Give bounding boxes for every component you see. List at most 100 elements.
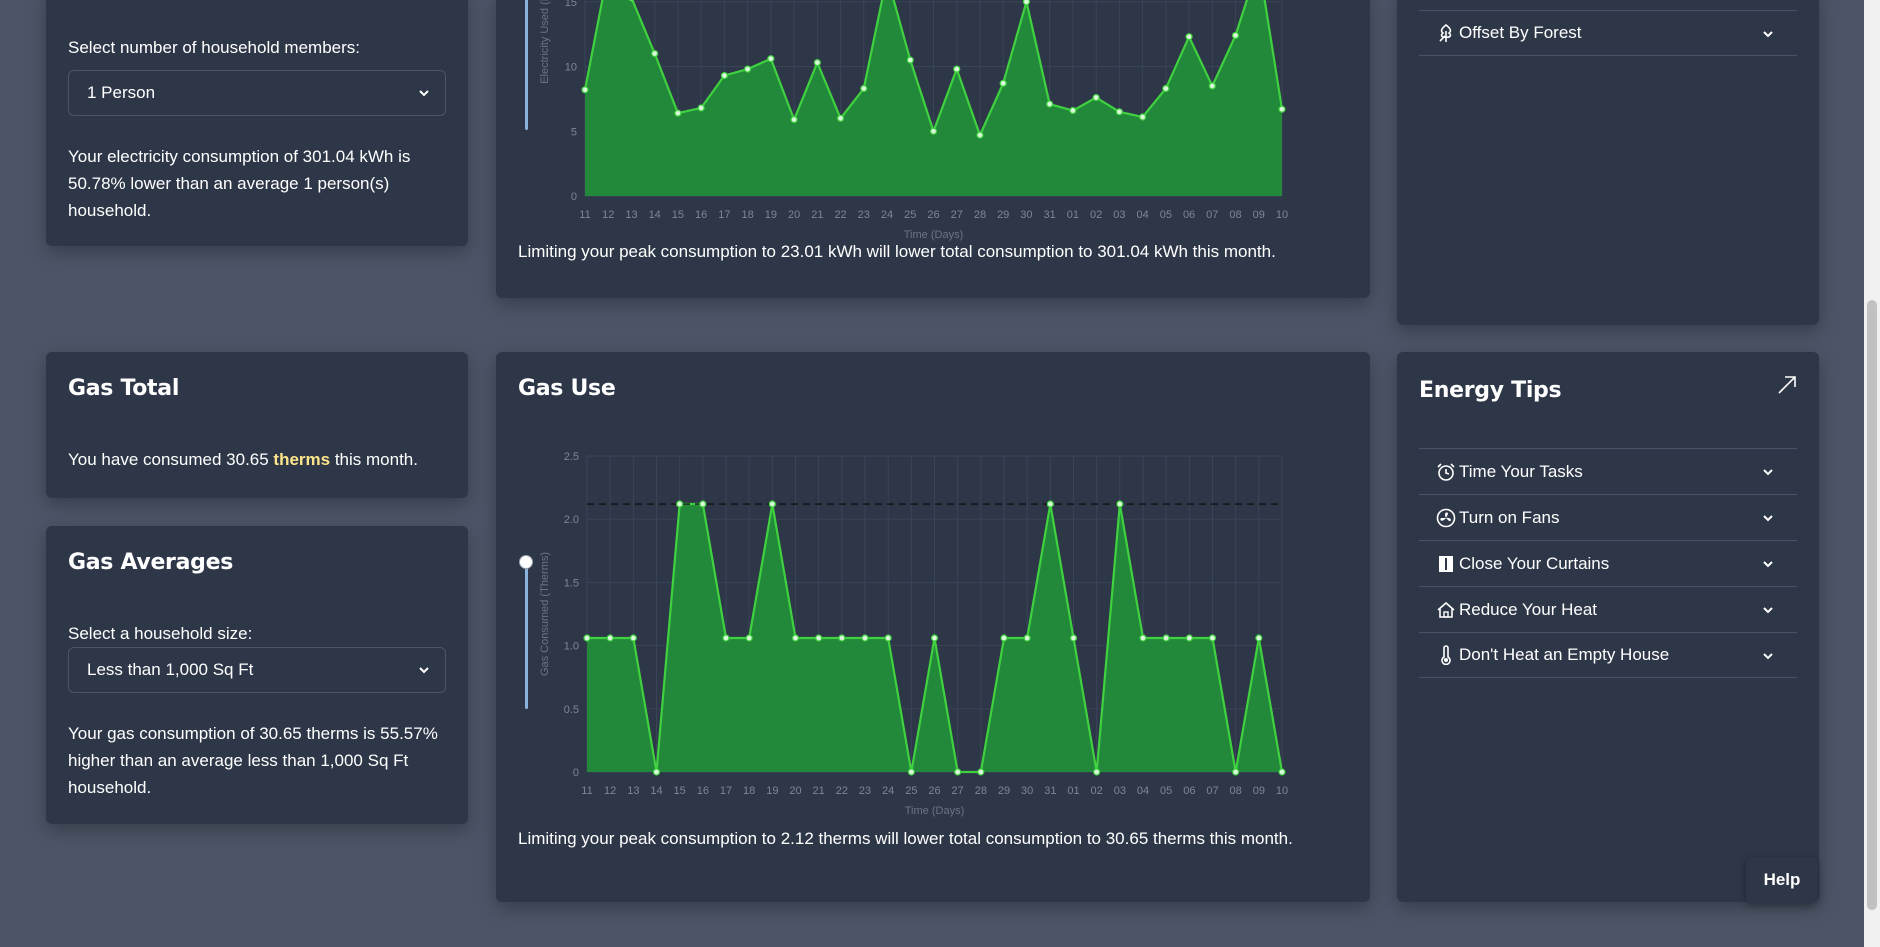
chevron-down-icon <box>1761 495 1775 541</box>
gas-total-unit-highlight: therms <box>273 450 331 469</box>
scrollbar-thumb[interactable] <box>1867 300 1877 910</box>
x-tick-label: 10 <box>1276 209 1288 221</box>
data-point <box>790 115 798 124</box>
x-tick-label: 09 <box>1253 785 1265 797</box>
x-tick-label: 31 <box>1044 785 1056 797</box>
accordion-turn-on-fans[interactable]: Turn on Fans <box>1419 494 1797 540</box>
gas-total-text-after: this month. <box>330 450 418 469</box>
data-point <box>953 65 961 73</box>
household-members-value: 1 Person <box>87 83 156 102</box>
gas-chart: 0 0.5 1.0 1.5 2.0 2.5 11 12 13 14 15 16 17 18 19 20 21 22… <box>539 451 1288 817</box>
x-tick-label: 15 <box>672 209 684 221</box>
data-point <box>1115 108 1123 116</box>
data-point <box>581 86 589 94</box>
offset-card: Offset By Forest <box>1397 0 1819 325</box>
data-point <box>767 55 775 63</box>
x-tick-label: 13 <box>625 209 637 221</box>
electricity-use-card: 0 5 10 15 11 12 13 14 15 16 17 18 19 20 21 22 23 24 25 26 27… <box>496 0 1370 298</box>
accordion-label: Don't Heat an Empty House <box>1459 645 1670 664</box>
x-tick-label: 20 <box>789 785 801 797</box>
data-point <box>628 0 635 2</box>
gas-averages-title: Gas Averages <box>68 550 234 575</box>
gas-total-title: Gas Total <box>68 376 180 401</box>
data-point <box>1208 634 1217 642</box>
data-point <box>906 56 914 64</box>
x-tick-label: 16 <box>695 209 707 221</box>
x-axis-title: Time (Days) <box>905 805 964 817</box>
x-tick-label: 01 <box>1067 785 1079 797</box>
data-point <box>629 634 637 642</box>
x-tick-label: 23 <box>858 209 870 221</box>
data-point <box>954 768 962 776</box>
data-point <box>813 59 821 67</box>
x-tick-label: 21 <box>811 209 823 221</box>
accordion-offset-by-forest[interactable]: Offset By Forest <box>1419 10 1797 56</box>
household-size-select[interactable]: Less than 1,000 Sq Ft <box>68 647 446 693</box>
alarm-clock-icon <box>1435 461 1457 483</box>
chart-plot: 05101511 12 13 14 15 16 17 18 19 20 21 22 23 24 25 26 27… <box>539 0 1288 241</box>
data-point <box>1278 105 1286 113</box>
curtains-icon <box>1435 553 1457 575</box>
x-tick-label: 29 <box>997 209 1009 221</box>
x-tick-label: 20 <box>788 209 800 221</box>
x-tick-label: 30 <box>1020 209 1032 221</box>
x-tick-label: 24 <box>881 209 893 221</box>
accordion-time-your-tasks[interactable]: Time Your Tasks <box>1419 448 1797 494</box>
y-tick-label: 1.5 <box>564 577 579 589</box>
data-point <box>930 634 939 642</box>
chart-plot: 0 0.5 1.0 1.5 2.0 2.5 11 12 13 14 15 16 17 18 19 20 21 22… <box>539 451 1288 817</box>
x-tick-label: 03 <box>1113 209 1125 221</box>
x-tick-label: 17 <box>718 209 730 221</box>
data-point <box>744 65 752 73</box>
y-tick-label: 2.0 <box>564 514 579 526</box>
y-tick-label: 5 <box>571 126 577 138</box>
x-tick-label: 12 <box>602 209 614 221</box>
data-point <box>999 79 1007 87</box>
x-tick-label: 03 <box>1114 785 1126 797</box>
data-point <box>606 634 614 642</box>
x-tick-label: 08 <box>1230 785 1242 797</box>
x-tick-label: 11 <box>581 785 592 797</box>
x-tick-label: 18 <box>743 785 755 797</box>
accordion-reduce-your-heat[interactable]: Reduce Your Heat <box>1419 586 1797 632</box>
data-point <box>976 131 984 139</box>
y-tick-label: 2.5 <box>564 451 579 463</box>
data-point <box>1092 93 1100 102</box>
y-tick-label: 10 <box>565 62 577 74</box>
electricity-chart-note: Limiting your peak consumption to 23.01 … <box>518 242 1276 261</box>
energy-tips-title: Energy Tips <box>1419 378 1562 403</box>
x-tick-label: 10 <box>1276 785 1288 797</box>
tree-icon <box>1435 22 1457 44</box>
fan-icon <box>1435 507 1457 529</box>
data-point <box>722 634 730 642</box>
chevron-down-icon <box>1761 11 1775 57</box>
y-tick-label: 1.0 <box>564 641 579 653</box>
external-link-arrow-icon[interactable] <box>1776 374 1798 401</box>
chevron-down-icon <box>1761 587 1775 633</box>
household-size-value: Less than 1,000 Sq Ft <box>87 660 254 679</box>
x-tick-label: 19 <box>765 209 777 221</box>
x-tick-label: 28 <box>974 209 986 221</box>
data-point <box>1139 634 1147 642</box>
help-button[interactable]: Help <box>1746 857 1818 903</box>
x-tick-label: 07 <box>1206 785 1218 797</box>
gas-chart-note: Limiting your peak consumption to 2.12 t… <box>518 829 1293 848</box>
household-members-select[interactable]: 1 Person <box>68 70 446 116</box>
page-scrollbar[interactable] <box>1864 0 1880 947</box>
data-point <box>815 634 823 642</box>
x-tick-label: 06 <box>1183 209 1195 221</box>
chevron-down-icon <box>1761 449 1775 495</box>
data-point <box>676 500 684 508</box>
x-tick-label: 25 <box>905 785 917 797</box>
x-tick-label: 17 <box>720 785 732 797</box>
gas-use-card: Gas Use 0 0.5 1.0 1.5 2.0 2.5 11 12 13 14 15 16 17 18… <box>496 352 1370 902</box>
y-tick-label: 15 <box>565 0 577 9</box>
x-tick-label: 05 <box>1160 209 1172 221</box>
data-point <box>860 84 868 93</box>
data-point <box>1231 31 1240 40</box>
accordion-dont-heat-empty-house[interactable]: Don't Heat an Empty House <box>1419 632 1797 678</box>
x-tick-label: 11 <box>579 209 590 221</box>
data-point <box>1138 113 1147 121</box>
data-point <box>1069 106 1077 115</box>
accordion-close-your-curtains[interactable]: Close Your Curtains <box>1419 540 1797 586</box>
